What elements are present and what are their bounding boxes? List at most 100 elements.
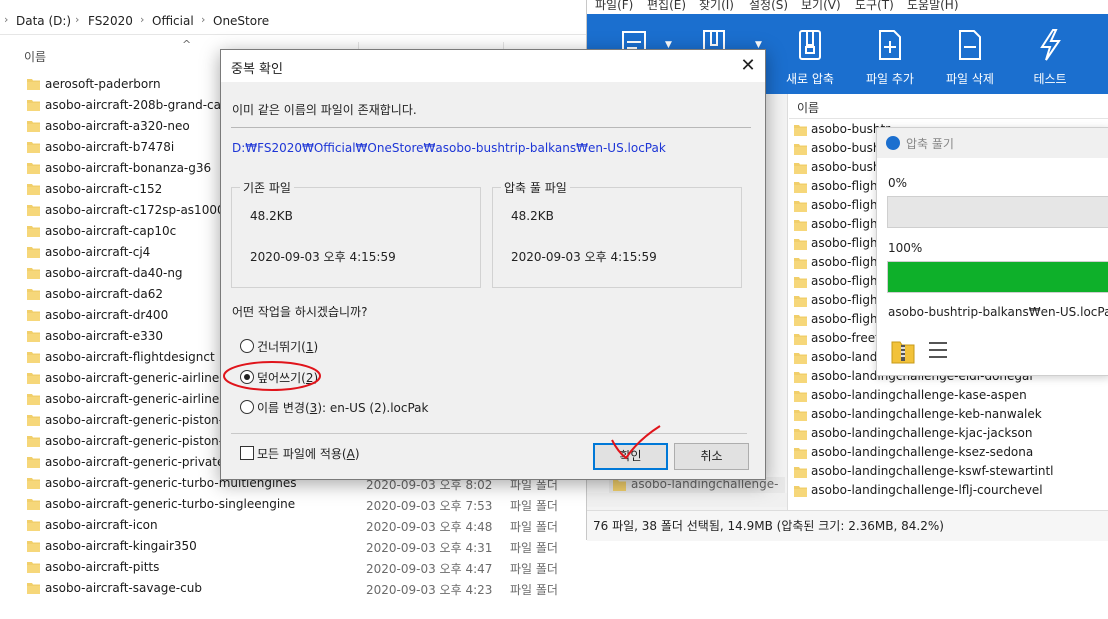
column-name-header[interactable]: 이름 (24, 48, 46, 65)
menu-file[interactable]: 파일(F) (595, 0, 633, 13)
address-bar[interactable]: › Data (D:) › FS2020 › Official › OneSto… (0, 10, 586, 35)
chevron-right-icon: › (4, 13, 9, 26)
archive-entry-name: asobo-flight (811, 179, 883, 193)
file-type: 파일 폴더 (510, 583, 558, 597)
folder-icon (27, 477, 40, 489)
folder-icon (27, 78, 40, 90)
folder-icon (27, 141, 40, 153)
cancel-button[interactable]: 취소 (674, 443, 749, 470)
new-archive-icon (799, 30, 821, 60)
divider (231, 127, 751, 128)
list-header-name[interactable]: 이름 (797, 99, 819, 116)
archive-entry-name: asobo-landingchallenge-keb-nanwalek (811, 407, 1042, 421)
status-bar: 76 파일, 38 폴더 선택됨, 14.9MB (압축된 크기: 2.36MB… (587, 510, 1108, 541)
folder-icon (27, 540, 40, 552)
file-row[interactable]: asobo-aircraft-kingair350 2020-09-03 오후 4… (0, 536, 586, 557)
overwrite-label[interactable]: 덮어쓰기(2) (257, 369, 318, 386)
open-folder-button[interactable] (891, 338, 915, 364)
folder-icon (794, 257, 807, 269)
progress-fill (888, 262, 1108, 292)
existing-file-title: 기존 파일 (240, 179, 294, 196)
test-icon (1040, 29, 1061, 61)
rename-radio[interactable] (240, 400, 254, 414)
folder-icon (794, 181, 807, 193)
breadcrumb-drive[interactable]: Data (D:) (16, 14, 71, 28)
status-text: 76 파일, 38 폴더 선택됨, 14.9MB (압축된 크기: 2.36MB… (593, 519, 944, 533)
folder-icon (794, 466, 807, 478)
folder-zip-icon (891, 341, 915, 364)
file-type: 파일 폴더 (510, 499, 558, 513)
menu-tools[interactable]: 도구(T) (855, 0, 894, 13)
delete-file-button[interactable]: 파일 삭제 (937, 26, 1003, 90)
file-row[interactable]: asobo-aircraft-pitts 2020-09-03 오후 4:47 파일… (0, 557, 586, 578)
folder-icon (27, 246, 40, 258)
folder-icon (27, 393, 40, 405)
menu-icon[interactable] (929, 342, 949, 360)
divider (231, 433, 747, 434)
archive-row[interactable]: asobo-landingchallenge-kjac-jackson (794, 425, 1108, 444)
menu-edit[interactable]: 편집(E) (647, 0, 686, 13)
extract-progress-panel: 압축 풀기 0% 100% asobo-bushtrip-balkans₩en-… (876, 127, 1108, 376)
file-name: asobo-aircraft-icon (45, 518, 158, 532)
chevron-right-icon: › (75, 13, 80, 26)
menu-view[interactable]: 보기(V) (801, 0, 841, 13)
archive-entry-name: asobo-landingchallenge-kjac-jackson (811, 426, 1033, 440)
close-icon[interactable]: ✕ (733, 52, 763, 80)
existing-file-date: 2020-09-03 오후 4:15:59 (250, 250, 396, 264)
file-name: asobo-aircraft-generic-turbo-singleengin… (45, 497, 296, 511)
file-row[interactable]: asobo-aircraft-generic-turbo-singleengin… (0, 494, 586, 515)
skip-radio[interactable] (240, 339, 254, 353)
menu-find[interactable]: 찾기(I) (699, 0, 734, 13)
archive-entry-name: asobo-flight (811, 255, 883, 269)
skip-label[interactable]: 건너뛰기(1) (257, 338, 318, 355)
folder-icon (27, 372, 40, 384)
rename-label[interactable]: 이름 변경(3): en-US (2).locPak (257, 399, 428, 416)
progress-file-name: asobo-bushtrip-balkans₩en-US.locPak (888, 305, 1108, 319)
folder-icon (27, 267, 40, 279)
ok-button[interactable]: 확인 (593, 443, 668, 470)
overwrite-radio[interactable] (240, 370, 254, 384)
folder-icon (794, 295, 807, 307)
folder-icon (794, 314, 807, 326)
new-archive-label: 새로 압축 (786, 72, 834, 86)
apply-all-checkbox[interactable] (240, 446, 254, 460)
horizontal-scrollbar[interactable] (587, 493, 787, 507)
chevron-right-icon: › (140, 13, 145, 26)
folder-icon (27, 351, 40, 363)
folder-icon (27, 498, 40, 510)
archive-row[interactable]: asobo-landingchallenge-lflj-courchevel (794, 482, 1108, 501)
add-file-button[interactable]: 파일 추가 (857, 26, 923, 90)
folder-icon (794, 447, 807, 459)
menu-settings[interactable]: 설정(S) (749, 0, 788, 13)
file-row[interactable]: asobo-aircraft-savage-cub 2020-09-03 오후 4… (0, 578, 586, 599)
apply-all-label[interactable]: 모든 파일에 적용(A) (257, 445, 360, 462)
archive-row[interactable]: asobo-landingchallenge-ksez-sedona (794, 444, 1108, 463)
test-button[interactable]: 테스트 (1017, 26, 1083, 90)
file-name: asobo-aircraft-b7478i (45, 140, 175, 154)
archive-row[interactable]: asobo-landingchallenge-kase-aspen (794, 387, 1108, 406)
folder-icon (794, 276, 807, 288)
breadcrumb-official[interactable]: Official (152, 14, 194, 28)
file-row[interactable]: asobo-aircraft-icon 2020-09-03 오후 4:48 파일 … (0, 515, 586, 536)
sort-up-icon: ^ (182, 38, 192, 51)
breadcrumb-onestore[interactable]: OneStore (213, 14, 269, 28)
add-file-icon (879, 30, 901, 60)
file-name: asobo-aircraft-generic-airliner-qu (45, 371, 243, 385)
progress-percent-total: 100% (888, 241, 923, 255)
list-header: 이름 (789, 96, 1108, 119)
file-date: 2020-09-03 오후 4:31 (366, 541, 493, 555)
folder-icon (794, 352, 807, 364)
folder-icon (794, 409, 807, 421)
folder-icon (794, 485, 807, 497)
file-name: asobo-aircraft-cj4 (45, 245, 151, 259)
folder-icon (794, 162, 807, 174)
archive-row[interactable]: asobo-landingchallenge-kswf-stewartintl (794, 463, 1108, 482)
breadcrumb-fs2020[interactable]: FS2020 (88, 14, 133, 28)
delete-file-icon (959, 30, 981, 60)
archive-row[interactable]: asobo-landingchallenge-keb-nanwalek (794, 406, 1108, 425)
new-archive-button[interactable]: 새로 압축 (777, 26, 843, 90)
existing-file-group: 기존 파일 48.2KB 2020-09-03 오후 4:15:59 (231, 179, 481, 288)
menu-help[interactable]: 도움말(H) (907, 0, 959, 13)
folder-icon (27, 99, 40, 111)
file-name: asobo-aircraft-bonanza-g36 (45, 161, 212, 175)
